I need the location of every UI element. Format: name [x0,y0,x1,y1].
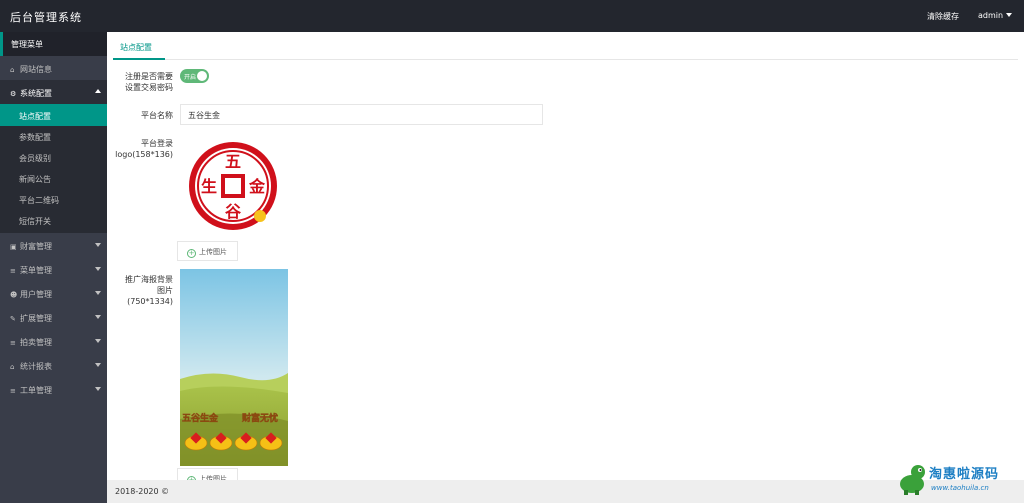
sidebar-title: 管理菜单 [0,32,107,56]
sidebar-item-label: 工单管理 [20,386,52,395]
label-line: 设置交易密码 [125,83,173,92]
chevron-down-icon [95,267,101,271]
list-icon: ≡ [10,387,16,395]
user-menu[interactable]: admin [978,11,1013,20]
user-name: admin [978,11,1004,20]
sidebar-subitem-site-config[interactable]: 站点配置 [0,104,107,126]
logo-char-left: 生 [201,177,217,196]
sidebar-subitem-member-level[interactable]: 会员级别 [0,147,107,168]
footer: 2018-2020 © [107,480,1024,503]
chevron-down-icon [95,363,101,367]
sidebar-subitem-sms-switch[interactable]: 短信开关 [0,210,107,233]
poster-text-left: 五谷生金 [182,412,219,424]
active-tab-indicator [113,58,165,60]
label-line: 图片 [157,286,173,295]
sidebar: 管理菜单 ⌂ 网站信息 ⚙ 系统配置 站点配置 参数配置 会员级别 新闻公告 平台二… [0,32,107,503]
chevron-down-icon [95,291,101,295]
trade-password-label: 注册是否需要 设置交易密码 [107,71,173,93]
chevron-down-icon [95,315,101,319]
plus-circle-icon: + [187,249,196,258]
logo-char-top: 五 [225,152,241,171]
clear-cache-link[interactable]: 清除缓存 [927,11,959,22]
poster-background-image: 五谷生金 财富无忧 [180,269,288,466]
logo-char-right: 金 [248,177,266,196]
chart-icon: ⌂ [10,363,15,371]
dinosaur-logo-icon [900,465,925,495]
sidebar-item-label: 财富管理 [20,242,52,251]
platform-logo-image: 五 生 金 谷 [189,142,277,230]
tab-bar: 站点配置 [113,32,1018,60]
poster-label: 推广海报背景 图片 (750*1334) [107,274,173,307]
home-icon: ⌂ [10,66,15,74]
chevron-down-icon [95,387,101,391]
platform-name-input[interactable]: 五谷生金 [180,104,543,125]
chevron-down-icon [95,243,101,247]
sidebar-subitem-qrcode[interactable]: 平台二维码 [0,189,107,210]
watermark-title: 淘惠啦源码 [929,467,1000,482]
sidebar-item-label: 拍卖管理 [20,338,52,347]
caret-down-icon [1006,13,1013,17]
label-line: 平台登录 [141,139,173,148]
sidebar-subitem-param-config[interactable]: 参数配置 [0,126,107,147]
sidebar-item-label: 统计报表 [20,362,52,371]
sidebar-item-wealth[interactable]: ▣ 财富管理 [0,233,107,257]
sidebar-item-label: 扩展管理 [20,314,52,323]
chevron-down-icon [95,339,101,343]
sidebar-item-extension[interactable]: ✎ 扩展管理 [0,305,107,329]
poster-text-right: 财富无忧 [241,412,278,424]
sidebar-item-auction[interactable]: ≡ 拍卖管理 [0,329,107,353]
watermark-url: www.taohuila.cn [931,484,989,492]
wrench-icon: ✎ [10,315,16,323]
sidebar-item-tickets[interactable]: ≡ 工单管理 [0,377,107,401]
label-line: 推广海报背景 [125,275,173,284]
chevron-up-icon [95,89,101,93]
platform-name-label: 平台名称 [141,111,173,120]
trade-password-toggle[interactable]: 开启 [180,69,209,83]
watermark: 淘惠啦源码 www.taohuila.cn [895,460,1020,498]
sidebar-item-site-info[interactable]: ⌂ 网站信息 [0,56,107,80]
logo-char-bottom: 谷 [225,202,242,221]
menu-icon: ≡ [10,267,16,275]
label-line: logo(158*136) [115,150,173,159]
sidebar-item-users[interactable]: ☻ 用户管理 [0,281,107,305]
toggle-text: 开启 [184,74,197,81]
sidebar-item-label: 系统配置 [20,89,52,98]
sidebar-subitem-news[interactable]: 新闻公告 [0,168,107,189]
wealth-icon: ▣ [10,243,17,251]
upload-logo-button[interactable]: + 上传图片 [177,241,238,261]
app-title: 后台管理系统 [10,11,82,24]
label-line: (750*1334) [127,297,173,306]
sidebar-item-label: 用户管理 [20,290,52,299]
sidebar-item-menu[interactable]: ≡ 菜单管理 [0,257,107,281]
main-content: 站点配置 注册是否需要 设置交易密码 开启 平台名称 五谷生金 平台登录 log… [107,32,1024,488]
upload-button-label: 上传图片 [199,248,227,256]
tab-site-config[interactable]: 站点配置 [120,42,152,53]
sidebar-item-statistics[interactable]: ⌂ 统计报表 [0,353,107,377]
users-icon: ☻ [10,291,18,299]
list-icon: ≡ [10,339,16,347]
sidebar-item-system-config[interactable]: ⚙ 系统配置 [0,80,107,104]
toggle-knob [197,71,207,81]
logo-label: 平台登录 logo(158*136) [107,138,173,160]
sidebar-item-label: 网站信息 [20,65,52,74]
gears-icon: ⚙ [10,90,17,98]
sidebar-item-label: 菜单管理 [20,266,52,275]
label-line: 注册是否需要 [125,72,173,81]
top-header: 后台管理系统 清除缓存 admin [0,0,1024,32]
